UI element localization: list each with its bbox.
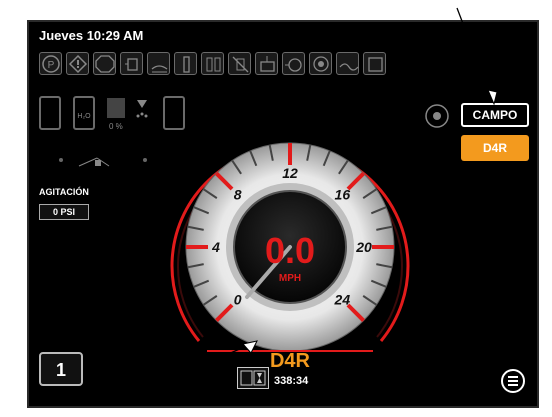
annotation-arrows (119, 7, 498, 404)
